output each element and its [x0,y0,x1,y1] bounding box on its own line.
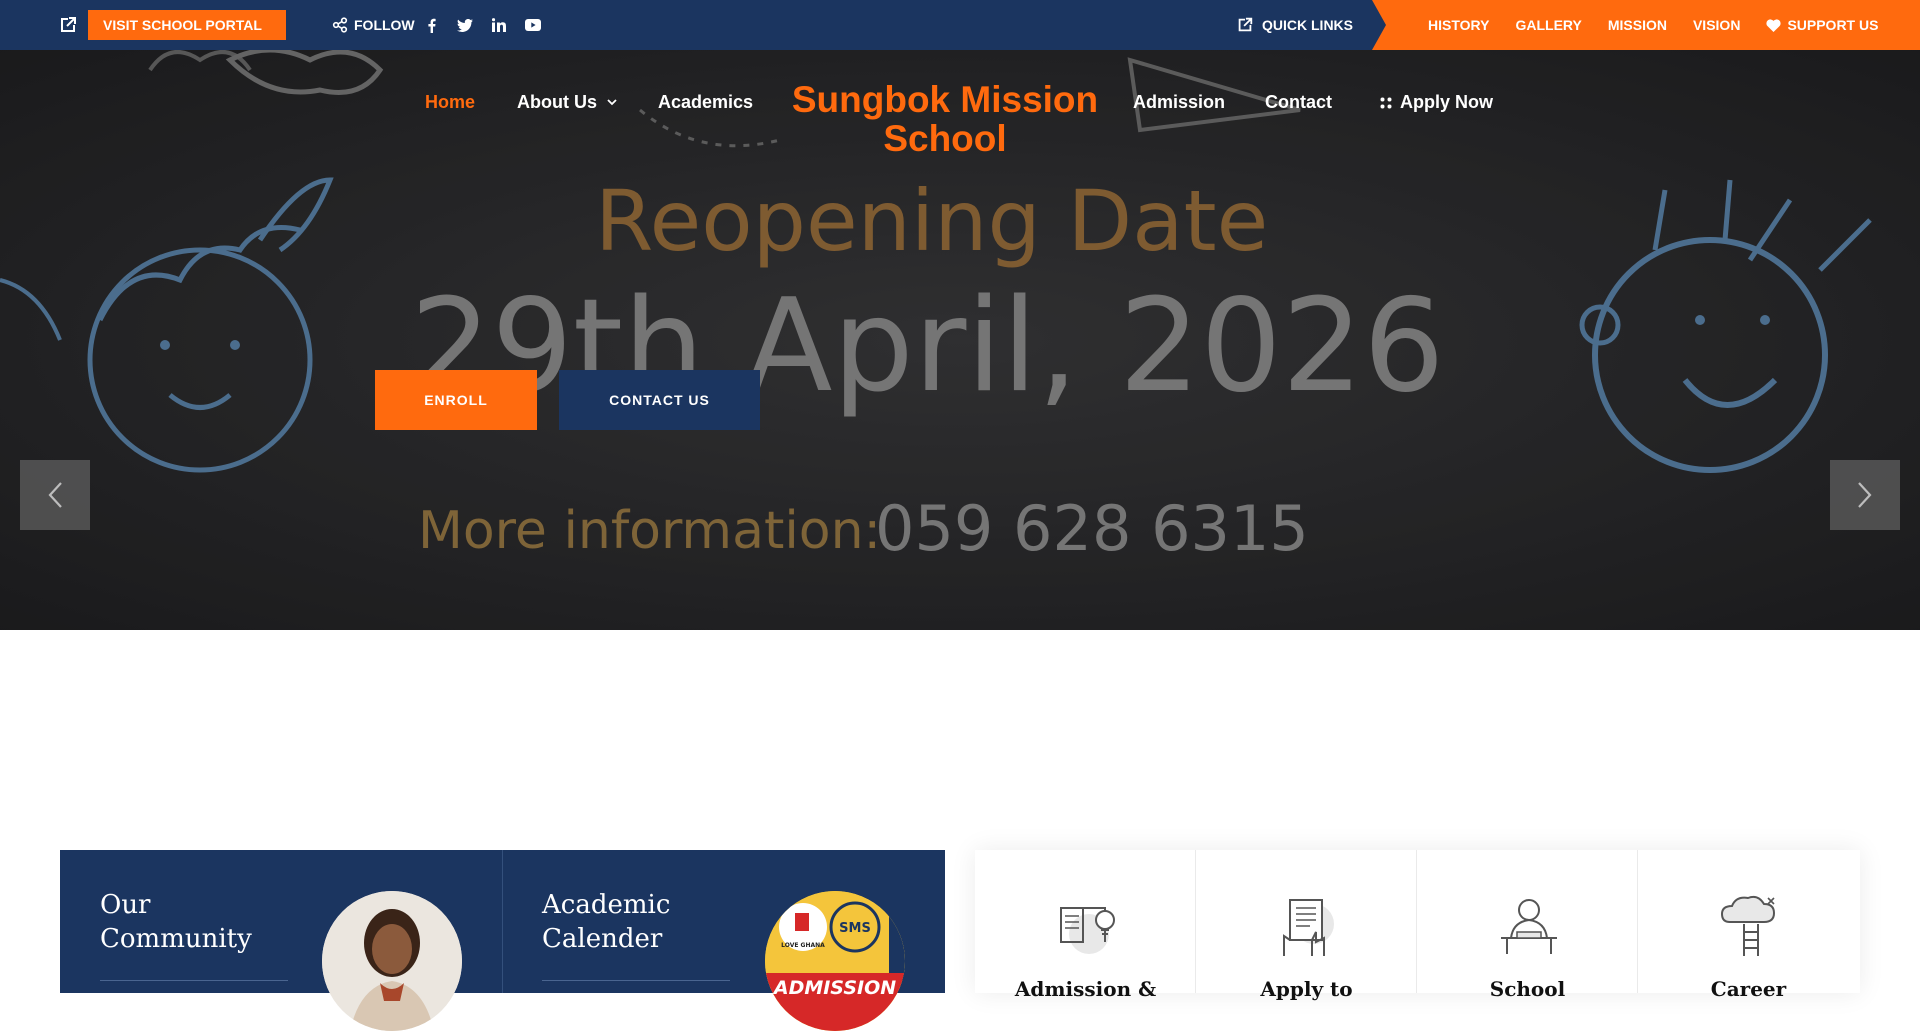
top-link-gallery[interactable]: GALLERY [1515,17,1581,33]
community-title[interactable]: Our Community [100,888,252,956]
visit-school-portal-button[interactable]: VISIT SCHOOL PORTAL [88,10,286,40]
card-admission[interactable]: Admission & [975,850,1196,1001]
card-admission-label: Admission & [1014,977,1157,1001]
quick-links[interactable]: QUICK LINKS [1236,0,1353,50]
calendar-title-line-2: Calender [542,924,663,954]
twitter-icon[interactable] [456,16,474,34]
nav-about-us-label: About Us [517,92,597,112]
calendar-title-line-1: Academic [542,890,671,920]
top-bar: VISIT SCHOOL PORTAL FOLLOW QUICK LINKS H… [0,0,1920,50]
nav-admission[interactable]: Admission [1133,92,1225,113]
heart-icon [1766,18,1782,32]
grid-dots-icon [1380,97,1392,108]
card-apply[interactable]: Apply to [1196,850,1417,1001]
nav-apply-now[interactable]: Apply Now [1380,92,1493,113]
community-title-line-1: Our [100,890,151,920]
card-school[interactable]: School [1417,850,1638,1001]
top-link-history[interactable]: HISTORY [1428,17,1489,33]
form-hand-icon [1283,899,1334,956]
brand-line-1: Sungbok Mission [791,79,1099,120]
teacher-desk-icon [1501,899,1557,954]
calendar-underline [542,980,730,981]
admission-flyer-image: LOVE GHANA SMS ADMISSION [765,891,905,1031]
external-link-icon[interactable] [58,15,78,35]
chevron-right-icon [1858,482,1872,508]
chevron-left-icon [48,482,62,508]
community-photo [322,891,462,1031]
card-career[interactable]: Career [1638,850,1859,1001]
nav-academics[interactable]: Academics [658,92,753,113]
info-panel: Our Community Academic Calender LOVE GHA… [60,850,945,1031]
slider-next-button[interactable] [1830,460,1900,530]
nav-apply-now-label: Apply Now [1400,92,1493,112]
top-links: HISTORY GALLERY MISSION VISION SUPPORT U… [1428,0,1878,50]
facebook-icon[interactable] [422,16,440,34]
slider-prev-button[interactable] [20,460,90,530]
chevron-down-icon [607,99,617,106]
badge-sms: SMS [839,921,871,936]
nav-home[interactable]: Home [425,92,475,113]
community-underline [100,980,288,981]
nav-contact[interactable]: Contact [1265,92,1332,113]
quick-cards: Admission & Apply to School Career [975,850,1860,1001]
external-link-icon [1238,17,1253,32]
badge-love: LOVE GHANA [781,942,825,949]
nav-about-us[interactable]: About Us [517,92,617,113]
follow-group: FOLLOW [332,0,415,50]
top-link-mission[interactable]: MISSION [1608,17,1667,33]
card-apply-label: Apply to [1260,977,1353,1001]
brand-logo-text[interactable]: Sungbok Mission School [770,80,1120,158]
calendar-title[interactable]: Academic Calender [542,888,670,956]
contact-us-button[interactable]: CONTACT US [559,370,760,430]
badge-admission: ADMISSION [772,977,896,999]
top-link-vision[interactable]: VISION [1693,17,1740,33]
social-links [422,0,542,50]
enroll-button[interactable]: ENROLL [375,370,537,430]
share-icon [332,17,348,33]
book-bulb-icon [1060,907,1115,954]
youtube-icon[interactable] [524,16,542,34]
cloud-ladder-icon [1720,895,1776,956]
follow-label: FOLLOW [354,17,415,33]
linkedin-icon[interactable] [490,16,508,34]
brand-line-2: School [883,118,1007,159]
quick-links-label: QUICK LINKS [1262,17,1353,33]
card-school-label: School [1489,977,1566,1001]
support-us-link[interactable]: SUPPORT US [1766,17,1878,33]
card-career-label: Career [1710,977,1787,1001]
support-us-label: SUPPORT US [1787,17,1879,33]
community-title-line-2: Community [100,924,252,954]
panel-divider [502,850,503,993]
